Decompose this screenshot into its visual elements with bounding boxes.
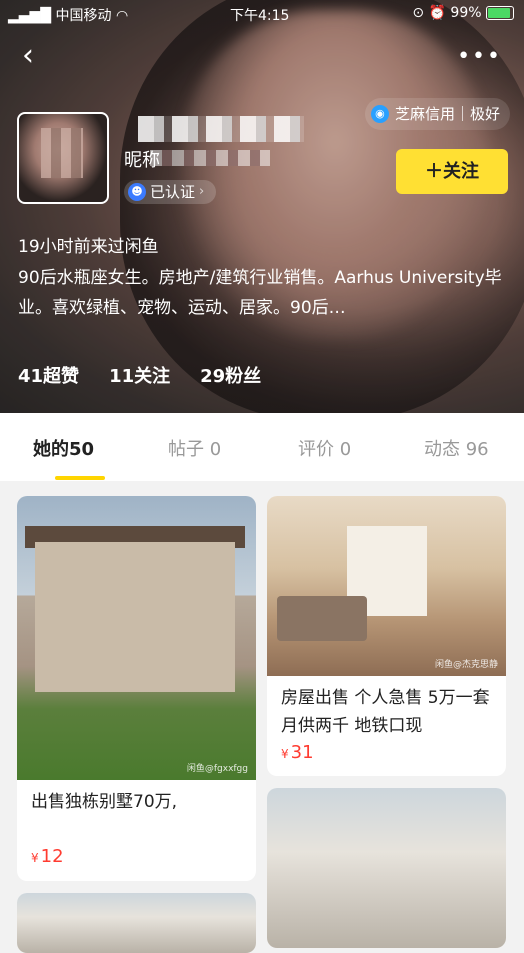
item-price: ¥31	[267, 740, 506, 763]
username-mosaic	[138, 116, 304, 142]
likes-count[interactable]: 41超赞	[18, 362, 79, 388]
villa-photo: 闲鱼@fgxxfgg	[17, 496, 256, 780]
status-bar: ▂▄▆█ 中国移动 ◠ 下午4:15 ⊙ ⏰ 99%	[0, 0, 524, 28]
verified-label: 已认证	[150, 183, 196, 201]
signal-icon: ▂▄▆█	[8, 8, 52, 24]
apartment-photo: 闲鱼@杰克思静	[267, 496, 506, 676]
item-card-4[interactable]	[267, 788, 506, 948]
item-photo	[267, 788, 506, 948]
tab-items[interactable]: 她的50	[33, 435, 94, 461]
more-icon[interactable]: •••	[457, 44, 502, 69]
item-card-villa[interactable]: 闲鱼@fgxxfgg 出售独栋别墅70万, ¥12	[17, 496, 256, 881]
wifi-icon: ◠	[115, 8, 129, 24]
battery-icon	[486, 6, 514, 20]
tab-activity[interactable]: 动态 96	[424, 435, 489, 461]
active-tab-indicator	[55, 476, 105, 480]
tab-reviews[interactable]: 评价 0	[298, 435, 351, 461]
item-feed: 闲鱼@fgxxfgg 出售独栋别墅70万, ¥12 闲鱼@杰克思静 房屋出售 个…	[0, 481, 524, 953]
currency-symbol: ¥	[281, 747, 289, 761]
sesame-credit-icon: ◉	[370, 105, 389, 123]
sofa	[277, 596, 367, 641]
following-count[interactable]: 11关注	[109, 362, 170, 388]
sesame-credit-badge[interactable]: ◉ 芝麻信用｜极好	[364, 98, 510, 130]
item-card-3[interactable]	[17, 893, 256, 953]
tab-posts[interactable]: 帖子 0	[168, 435, 221, 461]
item-title: 出售独栋别墅70万,	[31, 792, 178, 812]
nickname-mosaic	[150, 150, 270, 166]
profile-stats: 41超赞 11关注 29粉丝	[18, 362, 261, 388]
profile-tabs: 她的50 帖子 0 评价 0 动态 96	[0, 413, 524, 481]
verified-badge[interactable]: ☻ 已认证 ›	[124, 180, 217, 204]
alarm-icon: ⏰	[428, 5, 446, 21]
photo-watermark: 闲鱼@杰克思静	[434, 660, 498, 670]
follow-button[interactable]: ＋关注	[396, 149, 508, 194]
status-right: ⊙ ⏰ 99%	[412, 5, 514, 21]
carrier: ▂▄▆█ 中国移动 ◠	[8, 5, 128, 25]
item-card-apartment[interactable]: 闲鱼@杰克思静 房屋出售 个人急售 5万一套 月供两千 地铁口现 ¥31	[267, 496, 506, 776]
carrier-label: 中国移动	[55, 8, 112, 24]
item-price: ¥12	[17, 816, 256, 867]
price-value: 31	[290, 742, 314, 763]
lock-rotation-icon: ⊙	[412, 5, 425, 21]
item-photo	[17, 893, 256, 953]
credit-label: 芝麻信用｜极好	[394, 105, 500, 123]
price-value: 12	[40, 846, 64, 867]
avatar-mosaic	[41, 128, 83, 178]
avatar[interactable]	[17, 112, 109, 204]
photo-watermark: 闲鱼@fgxxfgg	[186, 764, 248, 774]
last-seen-text: 19小时前来过闲鱼	[18, 237, 159, 257]
house-body	[35, 542, 235, 692]
currency-symbol: ¥	[31, 851, 39, 865]
fans-count[interactable]: 29粉丝	[200, 362, 261, 388]
item-title: 房屋出售 个人急售 5万一套 月供两千 地铁口现	[281, 688, 490, 736]
top-nav: ‹ •••	[0, 38, 524, 78]
bio-text[interactable]: 90后水瓶座女生。房地产/建筑行业销售。Aarhus University毕业。…	[18, 263, 508, 323]
verified-icon: ☻	[128, 183, 146, 201]
back-icon[interactable]: ‹	[22, 38, 34, 74]
clock: 下午4:15	[230, 8, 290, 24]
chevron-right-icon: ›	[199, 184, 205, 199]
battery-percent: 99%	[450, 5, 482, 21]
